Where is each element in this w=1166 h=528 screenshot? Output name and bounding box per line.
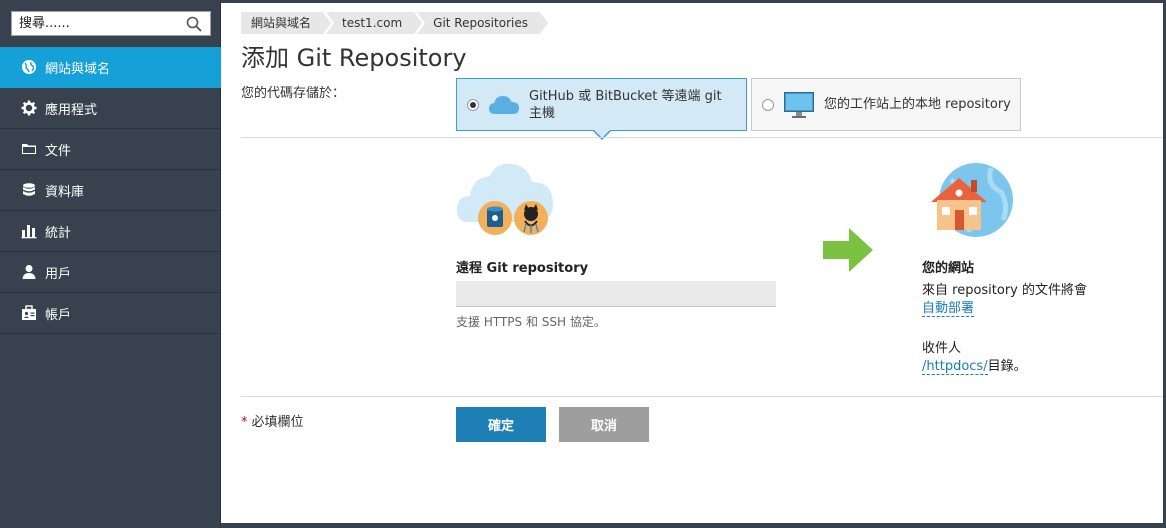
ok-button[interactable]: 確定 (456, 407, 546, 442)
account-icon (20, 304, 38, 322)
option-remote-label: GitHub 或 BitBucket 等遠端 git 主機 (529, 88, 722, 121)
auto-deploy-link[interactable]: 自動部署 (922, 297, 975, 317)
main-content: 網站與域名 test1.com Git Repositories 添加 Git … (221, 0, 1166, 528)
sidebar-item-label: 資料庫 (45, 184, 85, 200)
cancel-button[interactable]: 取消 (559, 407, 649, 442)
search-input[interactable] (12, 12, 172, 35)
sidebar-item-users[interactable]: 用戶 (0, 252, 221, 293)
bottom-border (221, 523, 1166, 528)
protocol-hint: 支援 HTTPS 和 SSH 協定。 (456, 315, 606, 329)
remote-repository-url-input[interactable] (456, 281, 776, 307)
cloud-icon (489, 95, 519, 114)
required-label: 必填欄位 (251, 415, 304, 430)
sidebar: 網站與域名 應用程式 文件 資料庫 統計 (0, 0, 221, 528)
breadcrumb-item-domain[interactable]: test1.com (326, 12, 423, 34)
httpdocs-link[interactable]: /httpdocs/ (922, 359, 988, 375)
sidebar-item-websites[interactable]: 網站與域名 (0, 47, 221, 88)
required-fields-note: * 必填欄位 (241, 411, 304, 430)
sidebar-nav: 網站與域名 應用程式 文件 資料庫 統計 用戶 帳戶 (0, 47, 221, 334)
website-description: 來自 repository 的文件將會 (922, 283, 1088, 298)
target-directory: /httpdocs/目錄。 (922, 355, 1027, 375)
store-location-label: 您的代碼存儲於： (241, 86, 346, 101)
breadcrumb-item-git[interactable]: Git Repositories (417, 12, 548, 34)
globe-icon (20, 58, 38, 76)
remote-repository-illustration (456, 163, 554, 235)
required-star: * (241, 415, 248, 430)
option-remote-repository[interactable]: GitHub 或 BitBucket 等遠端 git 主機 (456, 78, 747, 131)
arrow-right-icon (823, 228, 873, 272)
search-box[interactable] (11, 11, 211, 36)
gear-icon (20, 99, 38, 117)
sidebar-item-applications[interactable]: 應用程式 (0, 88, 221, 129)
option-local-label: 您的工作站上的本地 repository (824, 97, 1011, 112)
page-title: 添加 Git Repository (241, 44, 467, 72)
sidebar-item-label: 應用程式 (45, 102, 98, 118)
sidebar-item-label: 統計 (45, 225, 72, 241)
sidebar-item-account[interactable]: 帳戶 (0, 293, 221, 334)
sidebar-item-label: 帳戶 (45, 307, 72, 323)
breadcrumb: 網站與域名 test1.com Git Repositories (241, 12, 548, 34)
website-title: 您的網站 (922, 261, 975, 276)
remote-repository-label: 遠程 Git repository (456, 261, 589, 276)
sidebar-item-label: 網站與域名 (45, 61, 111, 77)
database-icon (20, 181, 38, 199)
radio-remote[interactable] (467, 98, 479, 111)
divider-top (241, 137, 1163, 138)
divider-bottom (241, 396, 1163, 397)
monitor-icon (784, 91, 814, 118)
sidebar-item-files[interactable]: 文件 (0, 129, 221, 170)
option-local-repository[interactable]: 您的工作站上的本地 repository (751, 78, 1021, 131)
radio-local[interactable] (762, 98, 774, 111)
sidebar-item-databases[interactable]: 資料庫 (0, 170, 221, 211)
search-icon[interactable] (186, 16, 202, 32)
website-illustration (931, 163, 1013, 237)
breadcrumb-item-websites[interactable]: 網站與域名 (241, 12, 332, 34)
sidebar-item-label: 文件 (45, 143, 72, 159)
top-border (221, 0, 1166, 3)
bar-chart-icon (20, 222, 38, 240)
folder-icon (20, 140, 38, 158)
target-label: 收件人 (922, 341, 962, 356)
user-icon (20, 263, 38, 281)
directory-suffix: 目錄。 (987, 359, 1027, 374)
sidebar-item-statistics[interactable]: 統計 (0, 211, 221, 252)
sidebar-item-label: 用戶 (45, 266, 72, 282)
